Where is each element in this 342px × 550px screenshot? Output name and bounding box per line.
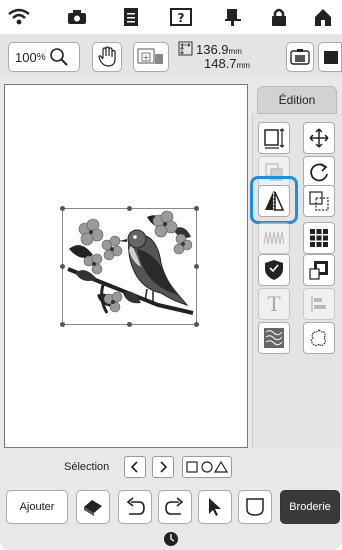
align-icon [311, 296, 326, 312]
size-readout: 136.9mm 148.7mm [172, 39, 282, 73]
settings-dial-icon[interactable] [163, 531, 179, 547]
height-readout: 148.7mm [204, 57, 250, 72]
frame-shape-button[interactable] [238, 490, 272, 524]
duplicate-button[interactable] [303, 185, 335, 217]
embroidery-design[interactable] [62, 208, 197, 325]
text-edit-button[interactable]: T [258, 288, 290, 320]
move-arrows-icon [309, 128, 329, 148]
document-icon[interactable] [120, 6, 142, 28]
width-value: 136.9 [196, 42, 229, 57]
stipple-icon [264, 328, 284, 348]
camera-view-icon [324, 51, 338, 64]
shield-icon [265, 260, 283, 280]
resize-handle-bottom-right[interactable] [194, 322, 199, 327]
density-button[interactable] [258, 222, 290, 254]
embroidery-button[interactable]: Broderie [280, 490, 340, 524]
move-button[interactable] [303, 122, 335, 154]
size-icon [178, 41, 194, 62]
pointer-button[interactable] [198, 490, 232, 524]
undo-button[interactable] [118, 490, 152, 524]
camera-scan-icon [290, 49, 310, 65]
resize-handle-top[interactable] [127, 206, 132, 211]
rotate-button[interactable] [303, 156, 335, 188]
height-value: 148.7 [204, 56, 237, 71]
outline-flower-icon [310, 329, 327, 347]
undo-icon [126, 497, 145, 515]
selected-tool-highlight [250, 176, 298, 224]
frame-icon: + [137, 48, 163, 64]
hand-icon [98, 46, 116, 67]
resize-handle-top-right[interactable] [194, 206, 199, 211]
frame-display-button[interactable]: + [133, 42, 169, 72]
svg-text:+: + [143, 53, 150, 62]
resize-handle-right[interactable] [194, 264, 199, 269]
chevron-left-icon [130, 461, 138, 473]
outline-button[interactable] [303, 322, 335, 354]
resize-icon [264, 128, 285, 149]
applique-button[interactable] [303, 254, 335, 286]
embroidery-button-label: Broderie [289, 501, 331, 513]
toolbar: 100% + 136.9mm 148.7mm [0, 34, 342, 78]
resize-handle-left[interactable] [60, 264, 65, 269]
camera-scan-button[interactable] [286, 42, 314, 72]
align-button[interactable] [303, 288, 335, 320]
add-button-label: Ajouter [19, 501, 55, 513]
rotate-icon [310, 163, 328, 182]
select-next-button[interactable] [152, 456, 174, 478]
add-button[interactable]: Ajouter [6, 490, 68, 524]
help-icon[interactable]: ? [170, 6, 192, 28]
height-unit: mm [236, 61, 250, 70]
delete-button[interactable] [76, 490, 110, 524]
border-button[interactable] [258, 254, 290, 286]
text-tool-glyph: T [267, 291, 281, 316]
top-icon-bar: ? [0, 0, 342, 34]
bird-embroidery-image [67, 210, 194, 315]
select-all-button[interactable] [182, 456, 232, 478]
resize-button[interactable] [258, 122, 290, 154]
tab-edition[interactable]: Édition [257, 86, 337, 114]
home-icon[interactable] [312, 6, 334, 28]
resize-handle-bottom[interactable] [127, 322, 132, 327]
eraser-icon [84, 500, 102, 516]
chevron-right-icon [160, 461, 168, 473]
array-grid-icon [310, 229, 328, 247]
select-previous-button[interactable] [124, 456, 146, 478]
bottom-bar: Ajouter Broderie [0, 484, 342, 530]
zoom-button[interactable]: 100% [8, 42, 80, 72]
stipple-button[interactable] [258, 322, 290, 354]
shapes-icon [186, 460, 228, 473]
redo-icon [165, 497, 184, 515]
selection-label: Sélection [64, 461, 110, 473]
selection-row: Sélection [0, 452, 342, 482]
camera-view-button[interactable] [318, 42, 342, 72]
zoom-value: 100 [15, 49, 37, 65]
array-button[interactable] [303, 222, 335, 254]
density-icon [263, 231, 285, 245]
pointer-arrow-icon [209, 498, 221, 516]
camera-icon[interactable] [66, 6, 88, 28]
zoom-unit: % [36, 51, 46, 63]
frame-shape-icon [246, 498, 264, 516]
lock-icon[interactable] [268, 6, 290, 28]
applique-icon [309, 261, 328, 280]
resize-handle-bottom-left[interactable] [60, 322, 65, 327]
width-unit: mm [228, 47, 242, 56]
redo-button[interactable] [158, 490, 192, 524]
magnifier-icon [49, 47, 69, 67]
resize-handle-top-left[interactable] [60, 206, 65, 211]
svg-text:?: ? [178, 11, 185, 25]
duplicate-icon [309, 191, 329, 211]
pan-hand-button[interactable] [92, 42, 122, 72]
wifi-icon[interactable] [8, 6, 30, 28]
threading-icon[interactable] [222, 6, 244, 28]
app-frame: ? 100% + 136.9mm 148.7mm Édition T Sélec… [0, 0, 342, 550]
